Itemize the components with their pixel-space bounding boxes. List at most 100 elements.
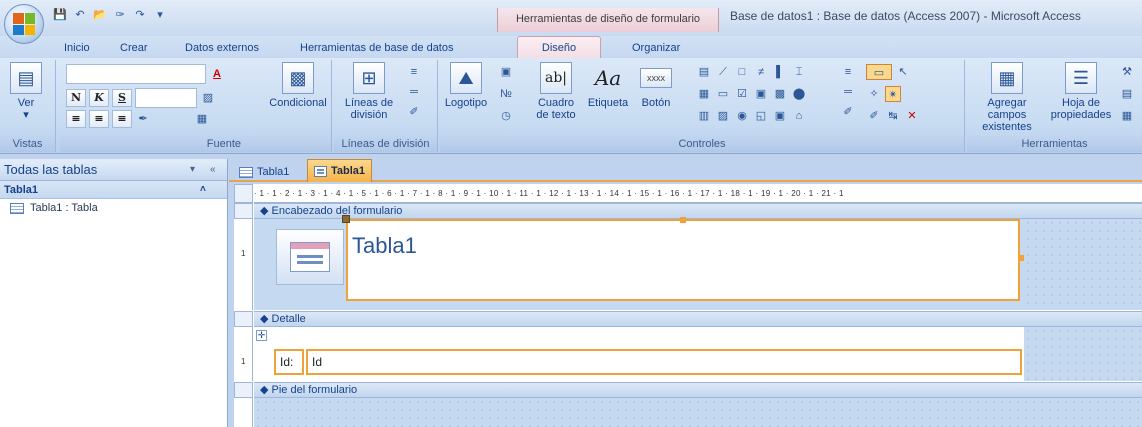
chart-icon[interactable]: ▌ bbox=[772, 64, 788, 80]
tab-organizar[interactable]: Organizar bbox=[632, 39, 680, 57]
ver-button[interactable]: ▤ Ver ▾ bbox=[8, 62, 44, 121]
list-box-icon[interactable]: ≠ bbox=[753, 64, 769, 80]
select-pointer-icon[interactable]: ↖ bbox=[895, 64, 911, 80]
logotipo-button[interactable]: ⛰ Logotipo bbox=[444, 62, 488, 109]
special-effect-icon[interactable]: ✐ bbox=[866, 108, 882, 124]
section-selector[interactable] bbox=[234, 203, 253, 219]
nav-collapse-icon[interactable]: « bbox=[210, 159, 216, 181]
save-icon[interactable]: 💾 bbox=[52, 8, 68, 22]
section-selector[interactable] bbox=[234, 382, 253, 398]
date-time-icon[interactable]: ◷ bbox=[498, 108, 514, 124]
tab-crear[interactable]: Crear bbox=[120, 39, 148, 57]
nav-item-tabla1[interactable]: Tabla1 : Tabla bbox=[0, 199, 227, 217]
option-group-icon[interactable]: ▥ bbox=[696, 108, 712, 124]
picture-icon[interactable]: ▣ bbox=[772, 108, 788, 124]
checkbox-icon[interactable]: ☑ bbox=[734, 86, 750, 102]
title-icon[interactable]: ▣ bbox=[498, 64, 514, 80]
layout-selector-icon[interactable]: ✛ bbox=[256, 330, 267, 341]
align-right-button[interactable]: ≡ bbox=[112, 110, 132, 128]
title-label-control[interactable]: Tabla1 bbox=[346, 219, 1020, 301]
line-thickness-icon[interactable]: ═ bbox=[840, 84, 856, 100]
id-textbox-control[interactable]: Id bbox=[306, 349, 1022, 375]
detail-section[interactable]: ✛ Id: Id bbox=[254, 327, 1142, 381]
open-icon[interactable]: 📂 bbox=[92, 8, 108, 22]
doc-tab-form[interactable]: Tabla1 bbox=[307, 159, 373, 182]
line-color-icon[interactable]: ✐ bbox=[406, 104, 422, 120]
wizard-wand-icon[interactable]: ✧ bbox=[866, 86, 882, 102]
group-collapse-icon[interactable]: ˄ bbox=[200, 181, 206, 199]
office-button[interactable] bbox=[4, 4, 44, 44]
header-section[interactable]: Tabla1 bbox=[254, 215, 1142, 310]
boton-button[interactable]: xxxx Botón bbox=[636, 62, 676, 109]
form-logo[interactable] bbox=[276, 229, 344, 285]
rectangle-icon[interactable]: ▭ bbox=[715, 86, 731, 102]
font-color-icon[interactable]: A bbox=[209, 66, 225, 82]
customize-icon[interactable]: ▾ bbox=[152, 8, 168, 22]
nav-dropdown-icon[interactable]: ▾ bbox=[190, 159, 195, 181]
line-icon[interactable]: ⟋ bbox=[715, 64, 731, 80]
line-type-icon[interactable]: ≡ bbox=[840, 64, 856, 80]
line-width-icon[interactable]: ═ bbox=[406, 84, 422, 100]
section-selector[interactable] bbox=[234, 311, 253, 327]
horizontal-ruler[interactable]: · 1 · 1 · 2 · 1 · 3 · 1 · 4 · 1 · 5 · 1 … bbox=[254, 184, 1142, 203]
vertical-ruler-footer[interactable] bbox=[234, 398, 253, 427]
section-bar-footer[interactable]: ◆ Pie del formulario bbox=[254, 382, 1142, 398]
hoja-propiedades-button[interactable]: ☰ Hoja de propiedades bbox=[1049, 62, 1113, 121]
section-bar-detail[interactable]: ◆ Detalle bbox=[254, 311, 1142, 327]
combo-box-icon[interactable]: ▤ bbox=[696, 64, 712, 80]
tab-control-icon[interactable]: □ bbox=[734, 64, 750, 80]
set-tab-icon[interactable]: ↹ bbox=[885, 108, 901, 124]
redo-icon[interactable]: ↷ bbox=[132, 8, 148, 22]
vertical-ruler-detail[interactable]: 1 bbox=[234, 327, 253, 381]
list-icon[interactable]: ▦ bbox=[696, 86, 712, 102]
font-name-input[interactable] bbox=[66, 64, 206, 84]
page-number-icon[interactable]: № bbox=[498, 86, 514, 102]
control-wizard-icon[interactable]: ▭ bbox=[866, 64, 892, 80]
tab-diseno[interactable]: Diseño bbox=[517, 36, 601, 58]
etiqueta-button[interactable]: Aa Etiqueta bbox=[586, 62, 630, 109]
id-label-control[interactable]: Id: bbox=[274, 349, 304, 375]
italic-button[interactable]: K bbox=[89, 89, 109, 107]
footer-section[interactable] bbox=[254, 398, 1142, 427]
toggle-icon[interactable]: ▣ bbox=[753, 86, 769, 102]
align-left-button[interactable]: ≡ bbox=[66, 110, 86, 128]
section-bar-header[interactable]: ◆ Encabezado del formulario bbox=[254, 203, 1142, 219]
view-code-icon[interactable]: ▤ bbox=[1119, 86, 1135, 102]
tab-herramientas-bd[interactable]: Herramientas de base de datos bbox=[300, 39, 453, 57]
nav-header[interactable]: Todas las tablas ▾ « bbox=[0, 159, 227, 181]
tab-inicio[interactable]: Inicio bbox=[64, 39, 90, 57]
nav-group-tabla1[interactable]: Tabla1 ˄ bbox=[0, 181, 227, 199]
convert-macros-icon[interactable]: ▦ bbox=[1119, 108, 1135, 124]
cuadro-texto-button[interactable]: ab| Cuadro de texto bbox=[532, 62, 580, 121]
attachment-icon[interactable]: ⌂ bbox=[791, 108, 807, 124]
move-handle[interactable] bbox=[342, 215, 350, 223]
activex-icon[interactable]: ✕ bbox=[904, 108, 920, 124]
code-icon[interactable]: ⚒ bbox=[1119, 64, 1135, 80]
page-break-icon[interactable]: ⌶ bbox=[791, 64, 807, 80]
use-wizards-icon[interactable]: ✴ bbox=[885, 86, 901, 102]
form-selector[interactable] bbox=[234, 184, 253, 203]
bound-frame-icon[interactable]: ◱ bbox=[753, 108, 769, 124]
align-center-button[interactable]: ≡ bbox=[89, 110, 109, 128]
subform-icon[interactable]: ⬤ bbox=[791, 86, 807, 102]
doc-tab-table[interactable]: Tabla1 bbox=[233, 162, 295, 182]
unbound-frame-icon[interactable]: ▨ bbox=[715, 108, 731, 124]
line-style-icon[interactable]: ≡ bbox=[406, 64, 422, 80]
lineas-division-button[interactable]: ⊞ Líneas de división bbox=[338, 62, 400, 121]
tab-datos-externos[interactable]: Datos externos bbox=[185, 39, 259, 57]
font-size-input[interactable] bbox=[135, 88, 197, 108]
resize-handle[interactable] bbox=[680, 217, 686, 223]
undo-icon[interactable]: ↶ bbox=[72, 8, 88, 22]
bold-button[interactable]: N bbox=[66, 89, 86, 107]
fill-color-icon[interactable]: ▨ bbox=[200, 90, 216, 106]
radio-icon[interactable]: ◉ bbox=[734, 108, 750, 124]
underline-button[interactable]: S bbox=[112, 89, 132, 107]
image-icon[interactable]: ▩ bbox=[772, 86, 788, 102]
format-brush-icon[interactable]: ✒ bbox=[135, 111, 151, 127]
line-color-pen-icon[interactable]: ✐ bbox=[840, 104, 856, 120]
vertical-ruler-header[interactable]: 1 bbox=[234, 219, 253, 310]
gridlines-small-icon[interactable]: ▦ bbox=[194, 111, 210, 127]
condicional-button[interactable]: ▩ Condicional bbox=[269, 62, 327, 109]
format-painter-icon[interactable]: ✑ bbox=[112, 8, 128, 22]
agregar-campos-button[interactable]: ▦ Agregar campos existentes bbox=[969, 62, 1045, 133]
